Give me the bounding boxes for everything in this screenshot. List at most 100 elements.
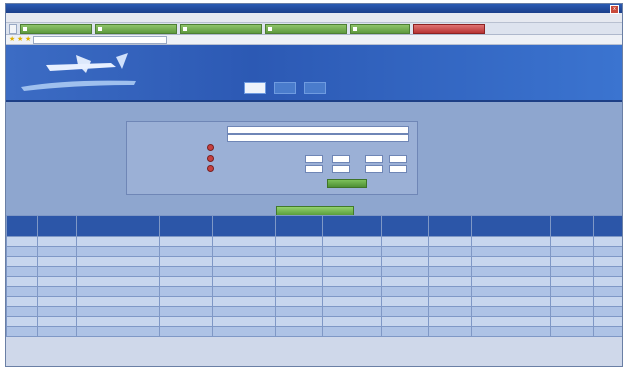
tab-2[interactable] [274, 82, 296, 94]
tab-3[interactable] [304, 82, 326, 94]
field1-input[interactable] [227, 126, 409, 134]
table-cell[interactable] [550, 316, 594, 327]
field4-input-b[interactable] [332, 155, 350, 163]
field4-input-a[interactable] [305, 155, 323, 163]
nav-tabs [244, 82, 326, 94]
table-row[interactable] [6, 256, 622, 267]
table-cell[interactable] [593, 286, 622, 297]
table-cell[interactable] [593, 236, 622, 247]
field5-input-b[interactable] [332, 165, 350, 173]
toolbar-segment[interactable] [95, 23, 177, 34]
table-row[interactable] [6, 306, 622, 317]
table-cell [275, 246, 323, 257]
toolbar-label[interactable] [9, 23, 17, 34]
column-header[interactable] [471, 215, 551, 237]
table-cell [471, 236, 551, 247]
table-cell[interactable] [550, 236, 594, 247]
field5-input-c[interactable] [365, 165, 383, 173]
table-cell [275, 316, 323, 327]
table-cell [159, 306, 213, 317]
table-cell[interactable] [550, 306, 594, 317]
table-cell[interactable] [593, 306, 622, 317]
column-header[interactable] [550, 215, 594, 237]
table-row[interactable] [6, 326, 622, 337]
table-cell[interactable] [593, 296, 622, 307]
toolbar-alert-segment[interactable] [413, 23, 485, 34]
table-cell [275, 286, 323, 297]
table-cell [37, 286, 77, 297]
table-cell[interactable] [550, 326, 594, 337]
radio3-icon[interactable] [207, 165, 214, 172]
table-cell[interactable] [550, 296, 594, 307]
table-row[interactable] [6, 236, 622, 247]
table-row[interactable] [6, 266, 622, 277]
radio3[interactable] [207, 165, 216, 172]
table-cell [159, 326, 213, 337]
table-cell [212, 256, 276, 267]
column-header[interactable] [159, 215, 213, 237]
column-header[interactable] [322, 215, 382, 237]
field5-input-a[interactable] [305, 165, 323, 173]
star-icon[interactable]: ★ [9, 36, 15, 43]
toolbar-segment-icon [268, 26, 272, 31]
table-cell[interactable] [550, 286, 594, 297]
table-row[interactable] [6, 316, 622, 327]
column-header[interactable] [381, 215, 429, 237]
column-header[interactable] [212, 215, 276, 237]
table-row[interactable] [6, 296, 622, 307]
column-header[interactable] [428, 215, 472, 237]
tab-1[interactable] [244, 82, 266, 94]
table-cell[interactable] [593, 326, 622, 337]
close-icon[interactable]: x [610, 5, 619, 14]
table-cell[interactable] [593, 246, 622, 257]
table-cell [381, 266, 429, 277]
table-cell [275, 236, 323, 247]
address-input[interactable] [33, 35, 167, 44]
table-cell [37, 246, 77, 257]
table-cell [471, 256, 551, 267]
column-header[interactable] [593, 215, 622, 237]
radio1[interactable] [207, 144, 216, 151]
table-cell [76, 296, 160, 307]
table-cell [6, 276, 38, 287]
table-cell [322, 316, 382, 327]
toolbar-segment[interactable] [265, 23, 347, 34]
table-cell[interactable] [550, 256, 594, 267]
table-cell[interactable] [550, 276, 594, 287]
table-cell [159, 246, 213, 257]
table-cell [471, 296, 551, 307]
table-cell [159, 286, 213, 297]
table-cell[interactable] [593, 276, 622, 287]
table-cell[interactable] [550, 266, 594, 277]
table-cell [428, 246, 472, 257]
table-cell [428, 306, 472, 317]
table-row[interactable] [6, 286, 622, 297]
field4-input-c[interactable] [365, 155, 383, 163]
column-header[interactable] [6, 215, 38, 237]
table-cell[interactable] [593, 266, 622, 277]
radio2[interactable] [207, 155, 216, 162]
radio1-icon[interactable] [207, 144, 214, 151]
table-cell [37, 296, 77, 307]
table-cell[interactable] [550, 246, 594, 257]
star-icon[interactable]: ★ [17, 36, 23, 43]
toolbar-segment[interactable] [180, 23, 262, 34]
field5-input-d[interactable] [389, 165, 407, 173]
column-header[interactable] [275, 215, 323, 237]
column-header[interactable] [76, 215, 160, 237]
table-row[interactable] [6, 276, 622, 287]
column-header[interactable] [37, 215, 77, 237]
field4-input-d[interactable] [389, 155, 407, 163]
table-cell [37, 276, 77, 287]
star-icon[interactable]: ★ [25, 36, 31, 43]
toolbar-segment[interactable] [20, 23, 92, 34]
table-cell[interactable] [593, 316, 622, 327]
radio2-icon[interactable] [207, 155, 214, 162]
table-row[interactable] [6, 246, 622, 257]
toolbar-segment[interactable] [350, 23, 410, 34]
table-cell [212, 266, 276, 277]
table-cell [37, 316, 77, 327]
field2-input[interactable] [227, 134, 409, 142]
table-cell[interactable] [593, 256, 622, 267]
search-button[interactable] [327, 179, 367, 188]
